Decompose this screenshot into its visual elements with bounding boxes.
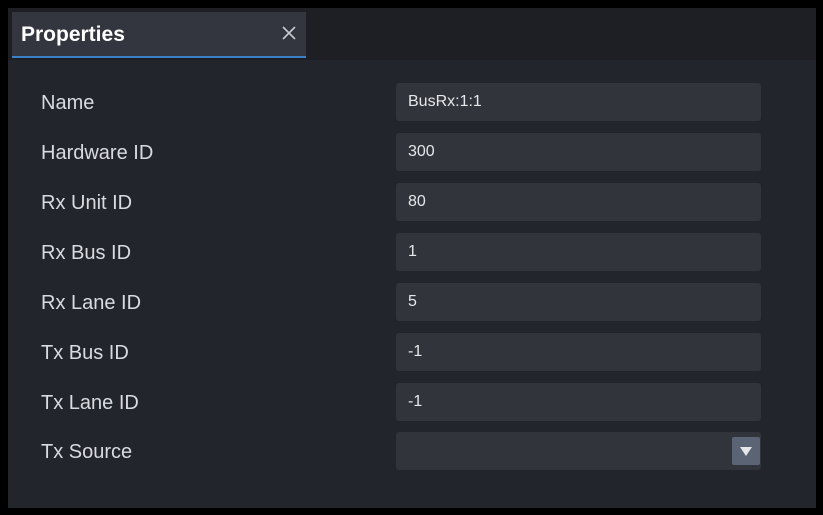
property-row-tx-source: Tx Source: [8, 432, 816, 472]
property-row-tx-lane-id: Tx Lane ID: [8, 383, 816, 423]
rx-unit-id-field[interactable]: [396, 183, 761, 221]
property-row-hardware-id: Hardware ID: [8, 133, 816, 173]
rx-lane-id-field[interactable]: [396, 283, 761, 321]
property-row-tx-bus-id: Tx Bus ID: [8, 333, 816, 373]
property-label: Name: [41, 92, 95, 114]
property-row-name: Name: [8, 83, 816, 123]
tx-bus-id-field[interactable]: [396, 333, 761, 371]
property-label: Rx Lane ID: [41, 292, 142, 314]
property-label: Rx Unit ID: [41, 192, 133, 214]
hardware-id-field[interactable]: [396, 133, 761, 171]
property-row-rx-bus-id: Rx Bus ID: [8, 233, 816, 273]
property-label: Hardware ID: [41, 142, 154, 164]
tx-lane-id-field[interactable]: [396, 383, 761, 421]
rx-bus-id-field[interactable]: [396, 233, 761, 271]
property-label: Tx Source: [41, 441, 133, 463]
chevron-down-icon[interactable]: [732, 437, 760, 465]
property-label: Tx Lane ID: [41, 392, 139, 414]
tx-source-select[interactable]: [396, 432, 761, 470]
property-row-rx-unit-id: Rx Unit ID: [8, 183, 816, 223]
property-label: Tx Bus ID: [41, 342, 129, 364]
property-row-rx-lane-id: Rx Lane ID: [8, 283, 816, 323]
property-label: Rx Bus ID: [41, 242, 132, 264]
properties-panel: Properties Name Hardware ID Rx Unit ID R…: [8, 8, 816, 508]
name-field[interactable]: [396, 83, 761, 121]
property-list: Name Hardware ID Rx Unit ID Rx Bus ID Rx…: [8, 8, 816, 508]
